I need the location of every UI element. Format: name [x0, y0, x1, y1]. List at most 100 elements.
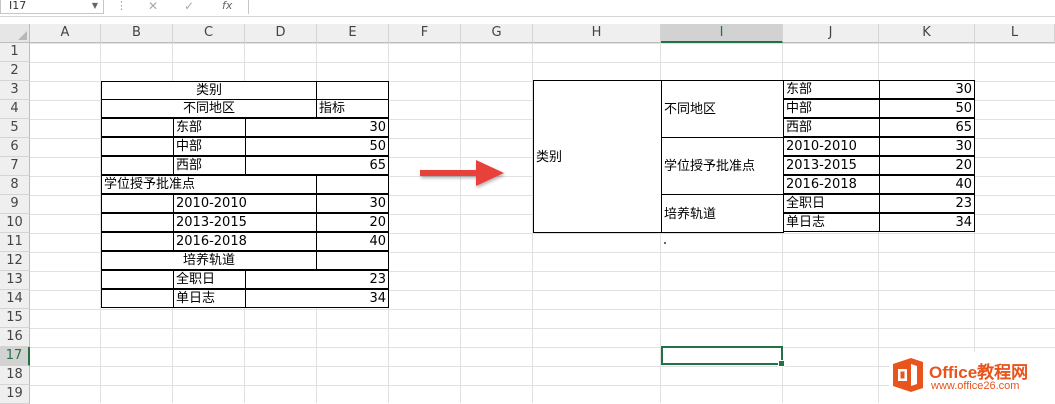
right-table-value[interactable]: 34: [879, 213, 975, 232]
left-table-empty-e12[interactable]: [316, 251, 389, 270]
row-header-15[interactable]: 15: [0, 309, 30, 328]
right-table-value[interactable]: 30: [879, 80, 975, 99]
left-table-label-r13[interactable]: 全职日: [173, 270, 246, 289]
more-icon: ⋮: [116, 0, 127, 12]
cancel-icon[interactable]: ✕: [148, 0, 158, 12]
column-header-a[interactable]: A: [30, 24, 101, 43]
right-table-label[interactable]: 2016-2018: [783, 175, 880, 194]
fill-handle[interactable]: [778, 360, 785, 367]
left-table-label-r5[interactable]: 东部: [173, 118, 246, 137]
left-table-value-r14[interactable]: 34: [245, 289, 389, 308]
row-header-3[interactable]: 3: [0, 81, 30, 100]
row-header-8[interactable]: 8: [0, 176, 30, 195]
row-header-16[interactable]: 16: [0, 328, 30, 347]
right-table-group-degree[interactable]: 学位授予批准点: [661, 137, 784, 195]
column-header-c[interactable]: C: [173, 24, 245, 43]
left-table-value-r10[interactable]: 20: [316, 213, 389, 232]
row-header-6[interactable]: 6: [0, 138, 30, 157]
row-header-13[interactable]: 13: [0, 271, 30, 290]
right-table-value[interactable]: 65: [879, 118, 975, 137]
row-header-18[interactable]: 18: [0, 366, 30, 385]
left-table-cell-b11[interactable]: [101, 232, 174, 251]
left-table-title[interactable]: 类别: [101, 81, 317, 100]
left-table-label-r9[interactable]: 2010-2010: [173, 194, 317, 213]
right-table-group-region[interactable]: 不同地区: [661, 80, 784, 138]
right-table-group-track[interactable]: 培养轨道: [661, 194, 784, 233]
arrow-right-icon: [420, 160, 504, 186]
left-table-cell-b13[interactable]: [101, 270, 174, 289]
column-header-h[interactable]: H: [533, 24, 661, 43]
row-header-9[interactable]: 9: [0, 195, 30, 214]
left-table-cell-b5[interactable]: [101, 118, 174, 137]
stray-dot: [664, 242, 666, 244]
right-table-label[interactable]: 全职日: [783, 194, 880, 213]
left-table-cell-b14[interactable]: [101, 289, 174, 308]
right-table-value[interactable]: 40: [879, 175, 975, 194]
right-table-label[interactable]: 西部: [783, 118, 880, 137]
select-all-button[interactable]: [0, 24, 30, 43]
column-header-b[interactable]: B: [101, 24, 173, 43]
row-header-19[interactable]: 19: [0, 385, 30, 404]
column-header-d[interactable]: D: [245, 24, 317, 43]
left-table-cell-b6[interactable]: [101, 137, 174, 156]
chevron-down-icon[interactable]: ▼: [92, 0, 98, 12]
left-table-value-r6[interactable]: 50: [245, 137, 389, 156]
left-table-value-r5[interactable]: 30: [245, 118, 389, 137]
left-table-value-r9[interactable]: 30: [316, 194, 389, 213]
active-cell-selection[interactable]: [661, 346, 785, 367]
right-table-value[interactable]: 23: [879, 194, 975, 213]
column-header-l[interactable]: L: [975, 24, 1055, 43]
column-header-g[interactable]: G: [461, 24, 533, 43]
row-header-14[interactable]: 14: [0, 290, 30, 309]
left-table-label-r10[interactable]: 2013-2015: [173, 213, 317, 232]
left-table-label-r6[interactable]: 中部: [173, 137, 246, 156]
left-table-label-r14[interactable]: 单日志: [173, 289, 246, 308]
row-header-17[interactable]: 17: [0, 347, 30, 366]
left-table-cell-b10[interactable]: [101, 213, 174, 232]
column-header-e[interactable]: E: [317, 24, 389, 43]
name-box[interactable]: I17 ▼: [0, 0, 104, 14]
confirm-icon[interactable]: ✓: [184, 0, 194, 12]
row-header-4[interactable]: 4: [0, 100, 30, 119]
row-header-12[interactable]: 12: [0, 252, 30, 271]
right-table-label[interactable]: 2010-2010: [783, 137, 880, 156]
left-table-cell-b7[interactable]: [101, 156, 174, 175]
row-header-2[interactable]: 2: [0, 62, 30, 81]
row-header-1[interactable]: 1: [0, 43, 30, 62]
column-header-f[interactable]: F: [389, 24, 461, 43]
office26-logo: Office教程网 www.office26.com: [889, 352, 1055, 403]
right-table-label[interactable]: 2013-2015: [783, 156, 880, 175]
name-box-value: I17: [9, 0, 27, 12]
left-table-region-header[interactable]: 不同地区: [101, 99, 317, 118]
row-header-10[interactable]: 10: [0, 214, 30, 233]
left-table-label-r11[interactable]: 2016-2018: [173, 232, 317, 251]
row-header-7[interactable]: 7: [0, 157, 30, 176]
right-table-value[interactable]: 20: [879, 156, 975, 175]
right-table-value[interactable]: 50: [879, 99, 975, 118]
right-table-label[interactable]: 中部: [783, 99, 880, 118]
office-logo-icon: [893, 358, 923, 392]
formula-bar: I17 ▼ ⋮ ✕ ✓ fx: [0, 0, 1055, 17]
row-header-11[interactable]: 11: [0, 233, 30, 252]
left-table-value-r13[interactable]: 23: [245, 270, 389, 289]
logo-url: www.office26.com: [931, 380, 1020, 392]
column-header-k[interactable]: K: [879, 24, 975, 43]
left-table-cell-b9[interactable]: [101, 194, 174, 213]
right-table-value[interactable]: 30: [879, 137, 975, 156]
formula-input[interactable]: [248, 0, 1055, 14]
left-table-label-r8[interactable]: 学位授予批准点: [101, 175, 317, 194]
left-table-empty-e3[interactable]: [316, 81, 389, 100]
right-table-category[interactable]: 类别: [533, 80, 662, 233]
row-header-5[interactable]: 5: [0, 119, 30, 138]
left-table-value-r7[interactable]: 65: [245, 156, 389, 175]
left-table-metric-header[interactable]: 指标: [316, 99, 389, 118]
right-table-label[interactable]: 东部: [783, 80, 880, 99]
insert-function-icon[interactable]: fx: [222, 0, 232, 12]
column-header-i[interactable]: I: [661, 24, 783, 43]
left-table-empty-e8[interactable]: [316, 175, 389, 194]
right-table-label[interactable]: 单日志: [783, 213, 880, 232]
left-table-label-r12[interactable]: 培养轨道: [101, 251, 317, 270]
column-header-j[interactable]: J: [783, 24, 879, 43]
left-table-value-r11[interactable]: 40: [316, 232, 389, 251]
left-table-label-r7[interactable]: 西部: [173, 156, 246, 175]
